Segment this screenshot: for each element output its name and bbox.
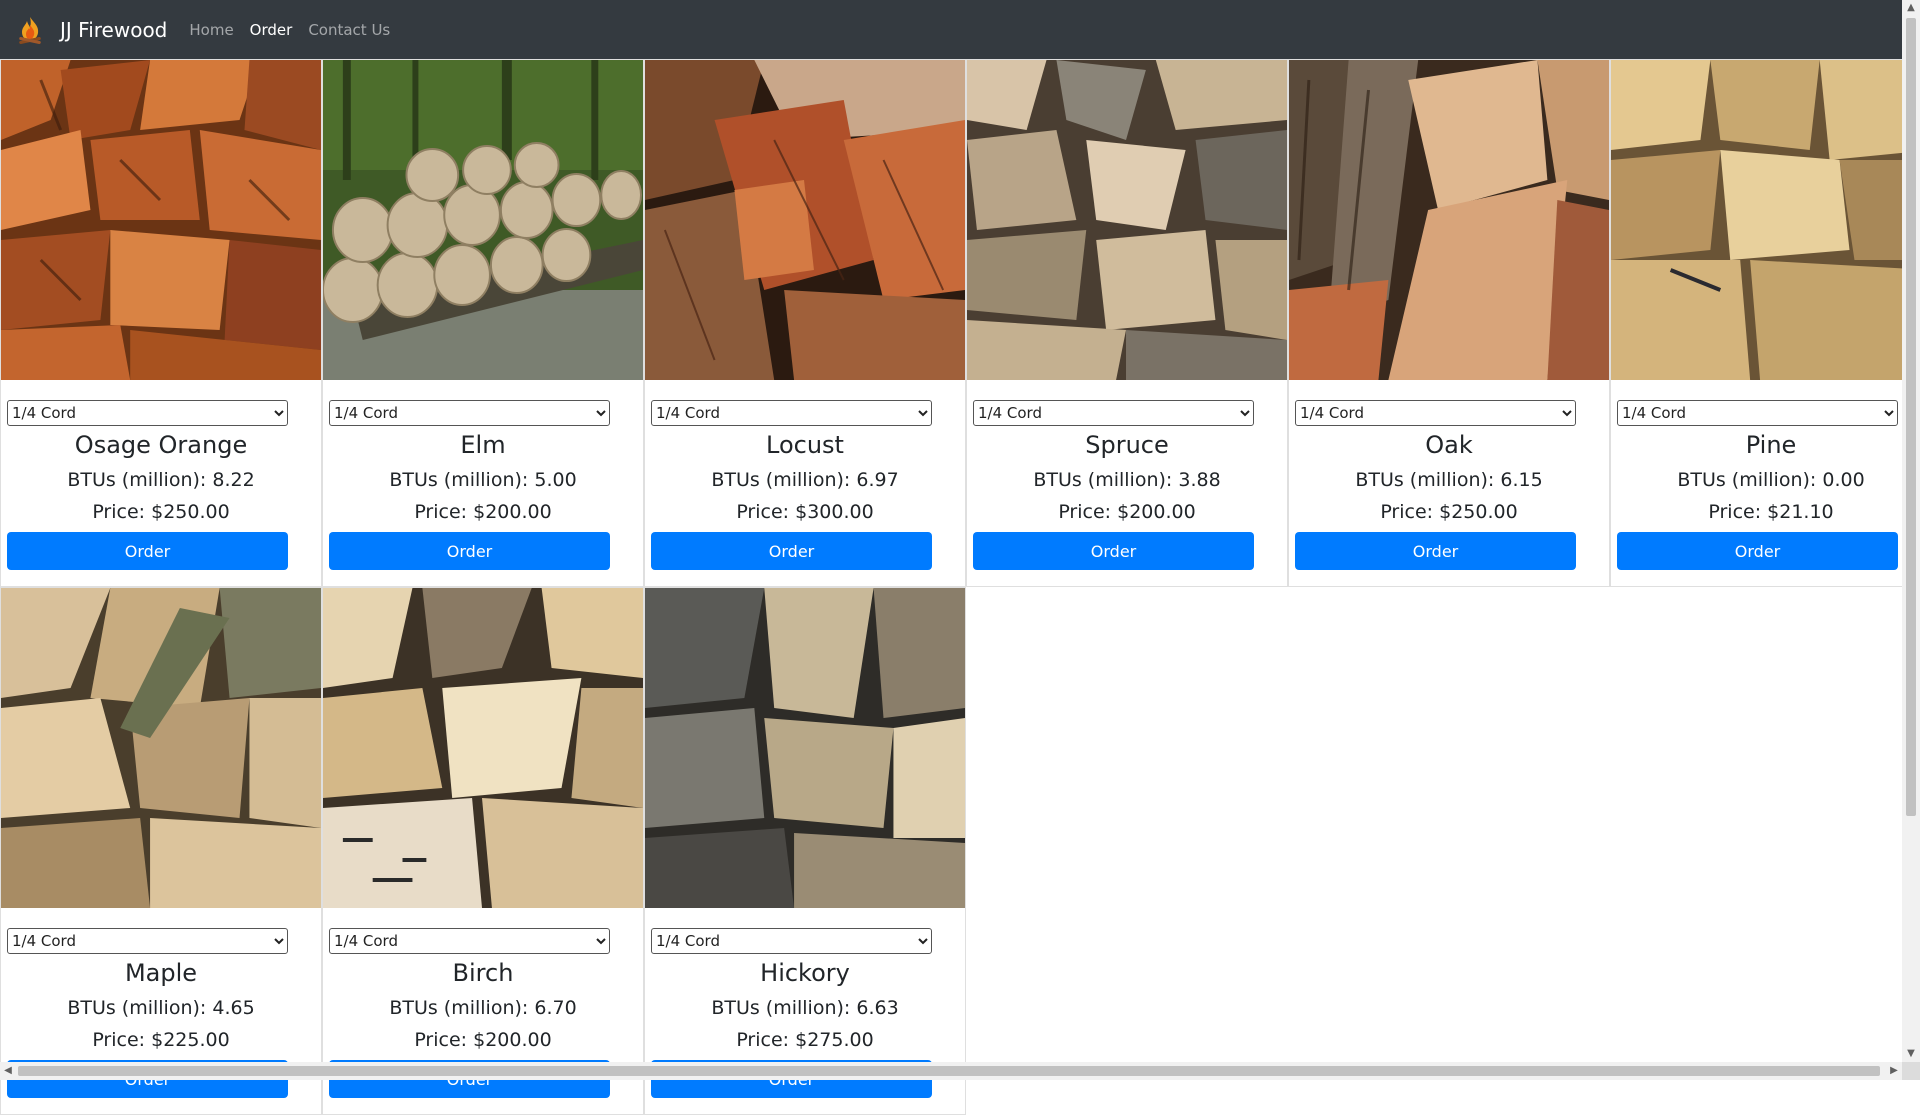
product-price: Price: $250.00 <box>1380 501 1518 523</box>
product-card: 1/4 Cord Pine BTUs (million): 0.00 Price… <box>1610 59 1920 587</box>
scroll-right-arrow-icon[interactable]: ▶ <box>1886 1062 1902 1080</box>
product-price: Price: $250.00 <box>92 501 230 523</box>
brand-name: JJ Firewood <box>60 17 168 42</box>
scroll-up-arrow-icon[interactable]: ▲ <box>1902 0 1920 16</box>
product-name: Osage Orange <box>74 431 248 459</box>
product-price: Price: $300.00 <box>736 501 874 523</box>
navbar: JJ Firewood Home Order Contact Us <box>0 0 1902 59</box>
scrollbar-corner <box>1902 1062 1920 1080</box>
osage-orange-firewood-photo <box>1 60 321 380</box>
product-btus: BTUs (million): 6.15 <box>1355 469 1543 491</box>
product-name: Elm <box>460 431 506 459</box>
quantity-select[interactable]: 1/4 Cord <box>7 928 288 954</box>
quantity-select[interactable]: 1/4 Cord <box>973 400 1254 426</box>
quantity-select[interactable]: 1/4 Cord <box>329 928 610 954</box>
quantity-select[interactable]: 1/4 Cord <box>651 928 932 954</box>
product-btus: BTUs (million): 6.97 <box>711 469 899 491</box>
horizontal-scrollbar[interactable]: ◀ ▶ <box>0 1062 1902 1080</box>
product-btus: BTUs (million): 0.00 <box>1677 469 1865 491</box>
birch-firewood-photo <box>323 588 643 908</box>
product-price: Price: $21.10 <box>1708 501 1834 523</box>
nav-link-order[interactable]: Order <box>242 21 301 39</box>
card-body: 1/4 Cord Oak BTUs (million): 6.15 Price:… <box>1289 400 1609 570</box>
product-price: Price: $200.00 <box>1058 501 1196 523</box>
order-button[interactable]: Order <box>1617 532 1898 570</box>
product-card: 1/4 Cord Birch BTUs (million): 6.70 Pric… <box>322 587 644 1115</box>
quantity-select[interactable]: 1/4 Cord <box>7 400 288 426</box>
product-name: Locust <box>766 431 844 459</box>
nav-links: Home Order Contact Us <box>181 21 398 39</box>
product-name: Hickory <box>760 959 850 987</box>
product-card: 1/4 Cord Osage Orange BTUs (million): 8.… <box>0 59 322 587</box>
nav-link-contact-us[interactable]: Contact Us <box>300 21 398 39</box>
hickory-firewood-photo <box>645 588 965 908</box>
product-card: 1/4 Cord Locust BTUs (million): 6.97 Pri… <box>644 59 966 587</box>
card-body: 1/4 Cord Elm BTUs (million): 5.00 Price:… <box>323 400 643 570</box>
product-btus: BTUs (million): 5.00 <box>389 469 577 491</box>
product-btus: BTUs (million): 6.63 <box>711 997 899 1019</box>
product-price: Price: $225.00 <box>92 1029 230 1051</box>
oak-firewood-photo <box>1289 60 1609 380</box>
quantity-select[interactable]: 1/4 Cord <box>329 400 610 426</box>
product-card: 1/4 Cord Spruce BTUs (million): 3.88 Pri… <box>966 59 1288 587</box>
product-name: Maple <box>124 959 198 987</box>
product-name: Pine <box>1745 431 1797 459</box>
pine-firewood-photo <box>1611 60 1920 380</box>
product-grid: 1/4 Cord Osage Orange BTUs (million): 8.… <box>0 59 1920 1115</box>
scroll-down-arrow-icon[interactable]: ▼ <box>1902 1046 1920 1062</box>
product-card: 1/4 Cord Maple BTUs (million): 4.65 Pric… <box>0 587 322 1115</box>
card-body: 1/4 Cord Osage Orange BTUs (million): 8.… <box>1 400 321 570</box>
product-price: Price: $200.00 <box>414 1029 552 1051</box>
product-name: Birch <box>452 959 514 987</box>
product-card: 1/4 Cord Oak BTUs (million): 6.15 Price:… <box>1288 59 1610 587</box>
product-price: Price: $200.00 <box>414 501 552 523</box>
order-button[interactable]: Order <box>329 532 610 570</box>
quantity-select[interactable]: 1/4 Cord <box>1617 400 1898 426</box>
order-button[interactable]: Order <box>1295 532 1576 570</box>
order-button[interactable]: Order <box>973 532 1254 570</box>
product-btus: BTUs (million): 4.65 <box>67 997 255 1019</box>
product-name: Spruce <box>1085 431 1169 459</box>
order-button[interactable]: Order <box>651 532 932 570</box>
product-btus: BTUs (million): 6.70 <box>389 997 577 1019</box>
product-card: 1/4 Cord Elm BTUs (million): 5.00 Price:… <box>322 59 644 587</box>
campfire-icon <box>19 16 41 44</box>
card-body: 1/4 Cord Pine BTUs (million): 0.00 Price… <box>1611 400 1920 570</box>
spruce-firewood-photo <box>967 60 1287 380</box>
vertical-scrollbar[interactable]: ▲ ▼ <box>1902 0 1920 1062</box>
product-card: 1/4 Cord Hickory BTUs (million): 6.63 Pr… <box>644 587 966 1115</box>
quantity-select[interactable]: 1/4 Cord <box>1295 400 1576 426</box>
scroll-left-arrow-icon[interactable]: ◀ <box>0 1062 16 1080</box>
locust-firewood-photo <box>645 60 965 380</box>
card-body: 1/4 Cord Spruce BTUs (million): 3.88 Pri… <box>967 400 1287 570</box>
product-btus: BTUs (million): 3.88 <box>1033 469 1221 491</box>
product-name: Oak <box>1425 431 1473 459</box>
product-price: Price: $275.00 <box>736 1029 874 1051</box>
card-body: 1/4 Cord Locust BTUs (million): 6.97 Pri… <box>645 400 965 570</box>
elm-logs-photo <box>323 60 643 380</box>
brand[interactable]: JJ Firewood <box>14 14 167 46</box>
horizontal-scrollbar-thumb[interactable] <box>18 1066 1880 1076</box>
order-button[interactable]: Order <box>7 532 288 570</box>
quantity-select[interactable]: 1/4 Cord <box>651 400 932 426</box>
vertical-scrollbar-thumb[interactable] <box>1906 18 1916 816</box>
product-btus: BTUs (million): 8.22 <box>67 469 255 491</box>
maple-firewood-photo <box>1 588 321 908</box>
nav-link-home[interactable]: Home <box>181 21 241 39</box>
